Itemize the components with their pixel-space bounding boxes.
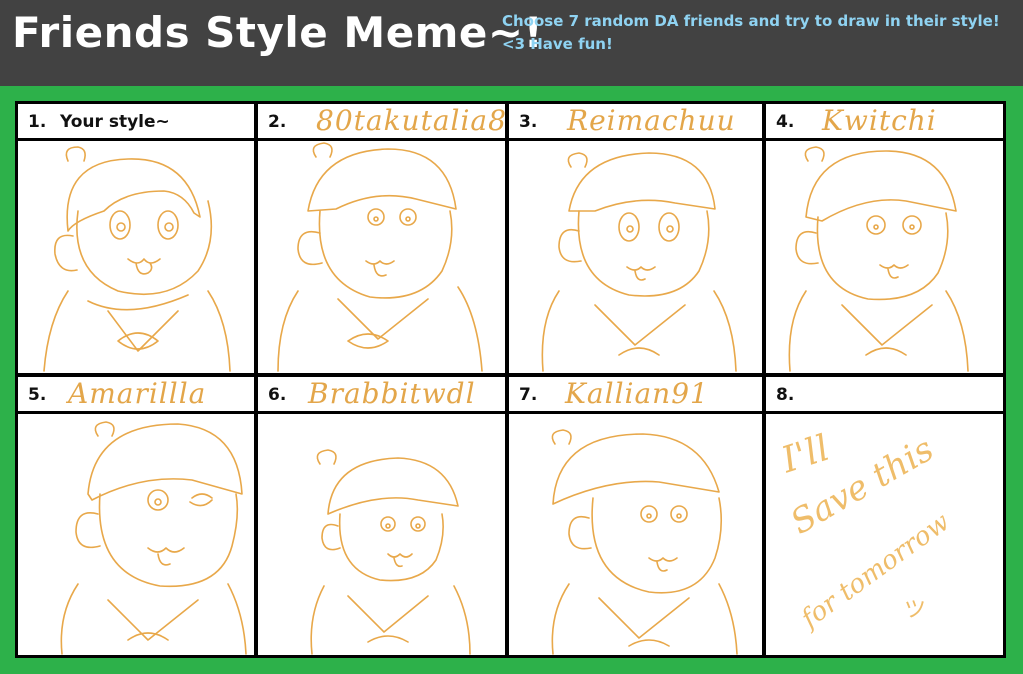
panel-2-number: 2. bbox=[268, 112, 287, 132]
panel-7-drawing bbox=[509, 414, 762, 655]
panel-5-label: 5. Amarillla bbox=[18, 377, 254, 411]
panel-5-friend-name: Amarillla bbox=[68, 377, 207, 410]
meme-grid: 1. Your style~ 2. 80takutalia8 3. Reimac… bbox=[15, 101, 1006, 658]
panel-5-drawing bbox=[18, 414, 254, 655]
panel-4-drawing bbox=[766, 141, 1003, 373]
panel-7-number: 7. bbox=[519, 385, 538, 405]
panel-6-number: 6. bbox=[268, 385, 287, 405]
panel-4-label: 4. Kwitchi bbox=[766, 104, 1003, 138]
panel-3-number: 3. bbox=[519, 112, 538, 132]
panel-1-label: 1. Your style~ bbox=[18, 104, 254, 138]
header-bar: Friends Style Meme~! Choose 7 random DA … bbox=[0, 0, 1023, 86]
panel-2-friend-name: 80takutalia8 bbox=[316, 104, 505, 137]
panel-4-number: 4. bbox=[776, 112, 795, 132]
panel-1-number: 1. bbox=[28, 112, 47, 132]
panel-1-drawing bbox=[18, 141, 254, 373]
panel-8-note-line-1: I'll bbox=[776, 427, 835, 482]
panel-4-friend-name: Kwitchi bbox=[822, 104, 937, 137]
panel-2-label: 2. 80takutalia8 bbox=[258, 104, 505, 138]
panel-5-number: 5. bbox=[28, 385, 47, 405]
panel-6-friend-name: Brabbitwdl bbox=[308, 377, 476, 410]
panel-1-caption: Your style~ bbox=[60, 112, 170, 132]
panel-3-friend-name: Reimachuu bbox=[567, 104, 736, 137]
panel-8-number: 8. bbox=[776, 385, 795, 405]
panel-2-drawing bbox=[258, 141, 505, 373]
panel-8-label: 8. bbox=[766, 377, 1003, 411]
panel-6-label: 6. Brabbitwdl bbox=[258, 377, 505, 411]
panel-3-label: 3. Reimachuu bbox=[509, 104, 762, 138]
panel-8-placeholder: I'll Save this for tomorrow ツ bbox=[766, 414, 1003, 655]
smiley-icon: ツ bbox=[904, 598, 927, 623]
panel-7-friend-name: Kallian91 bbox=[565, 377, 709, 410]
panel-6-drawing bbox=[258, 414, 505, 655]
instructions-text: Choose 7 random DA friends and try to dr… bbox=[502, 12, 1000, 53]
panel-7-label: 7. Kallian91 bbox=[509, 377, 762, 411]
page-title: Friends Style Meme~! bbox=[12, 8, 544, 57]
panel-3-drawing bbox=[509, 141, 762, 373]
